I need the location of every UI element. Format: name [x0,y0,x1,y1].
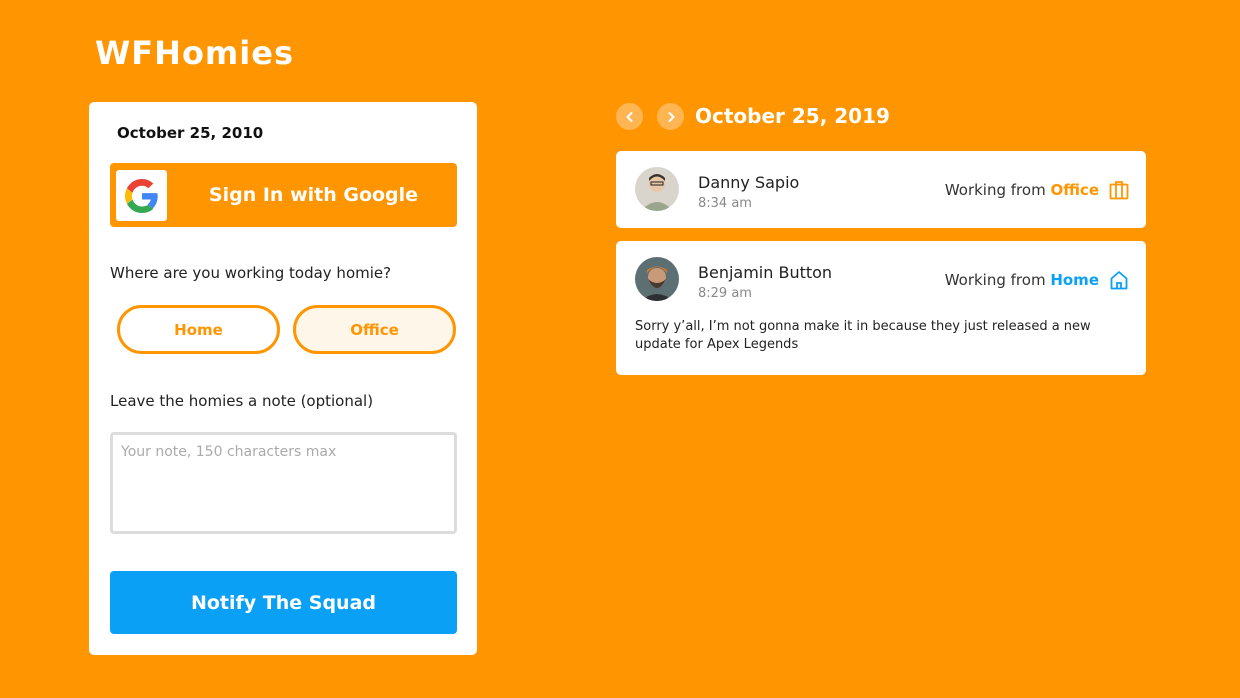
avatar [635,257,679,301]
building-icon [1109,181,1129,200]
google-signin-label: Sign In with Google [208,184,419,206]
chevron-right-icon [668,111,674,122]
entry-time: 8:34 am [698,196,752,211]
status-location: Office [1050,181,1099,199]
house-icon [1110,271,1128,290]
entry-name: Danny Sapio [698,173,800,192]
prev-day-button[interactable] [616,103,643,130]
note-input[interactable] [110,432,457,534]
notify-squad-button[interactable]: Notify The Squad [110,571,457,634]
entry-status: Working from Home [945,271,1099,289]
checkin-card: October 25, 2010 Sign In with Google Whe… [89,102,477,655]
entry-name: Benjamin Button [698,263,833,282]
office-option-button[interactable]: Office [293,305,456,354]
feed-entry: Benjamin Button 8:29 am Working from Hom… [616,241,1146,375]
chevron-left-icon [626,111,632,122]
status-prefix: Working from [944,271,1051,289]
entry-time: 8:29 am [698,286,752,301]
google-signin-button[interactable]: Sign In with Google [110,163,457,227]
next-day-button[interactable] [657,103,684,130]
status-prefix: Working from [944,181,1051,199]
feed-date: October 25, 2019 [695,104,890,128]
app-logo: WFHomies [95,34,294,72]
form-date: October 25, 2010 [117,124,264,142]
home-option-button[interactable]: Home [117,305,280,354]
status-location: Home [1050,271,1099,289]
entry-status: Working from Office [945,181,1099,199]
avatar [635,167,679,211]
note-label: Leave the homies a note (optional) [110,392,374,410]
feed-entry: Danny Sapio 8:34 am Working from Office [616,151,1146,228]
google-icon [116,170,167,221]
location-question: Where are you working today homie? [110,264,392,282]
entry-note: Sorry y’all, I’m not gonna make it in be… [635,319,1091,352]
